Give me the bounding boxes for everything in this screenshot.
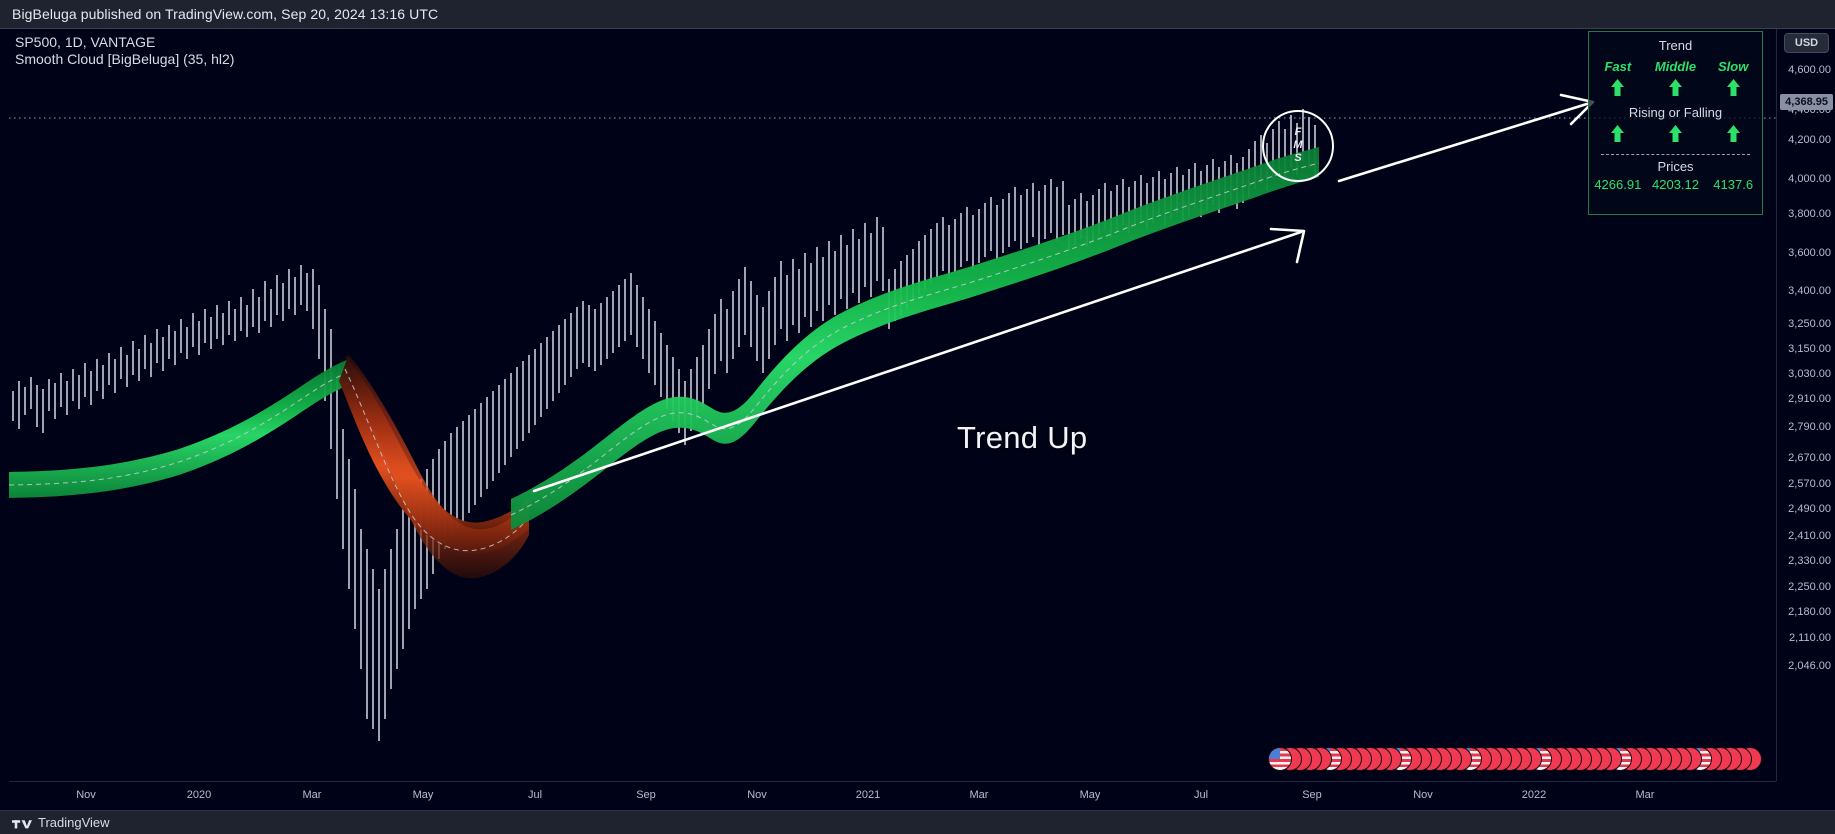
time-tick: Mar	[969, 789, 989, 801]
time-tick: Sep	[1302, 789, 1322, 801]
price-tick: 2,046.00	[1788, 660, 1831, 672]
arrow-up-icon	[1726, 79, 1741, 101]
panel-divider	[1601, 154, 1750, 155]
trend-arrow-upper	[1337, 93, 1595, 183]
panel-col-slow: Slow	[1718, 59, 1749, 74]
current-price-label: 4,368.95	[1780, 94, 1833, 110]
chart-legend: SP500, 1D, VANTAGE Smooth Cloud [BigBelu…	[15, 34, 234, 68]
time-tick: Jul	[1193, 789, 1209, 801]
publisher-text: BigBeluga published on TradingView.com, …	[12, 6, 439, 22]
price-tick: 2,670.00	[1788, 452, 1831, 464]
callout-label-slow: S	[1294, 152, 1302, 164]
us-flag-icon[interactable]	[1268, 747, 1292, 771]
price-tick: 4,000.00	[1788, 173, 1831, 185]
panel-column-headers: Fast Middle Slow	[1589, 59, 1762, 74]
price-tick: 2,110.00	[1788, 632, 1831, 644]
tradingview-chart-screenshot: BigBeluga published on TradingView.com, …	[0, 0, 1835, 834]
price-tick: 2,410.00	[1788, 530, 1831, 542]
price-slow: 4137.6	[1713, 177, 1754, 192]
price-tick: 2,180.00	[1788, 606, 1831, 618]
bottom-bar: TradingView	[0, 810, 1835, 834]
time-tick: 2020	[186, 789, 212, 801]
price-tick: 3,600.00	[1788, 247, 1831, 259]
time-axis[interactable]: Nov 2020 Mar May Jul Sep Nov 2021 Mar May Jul Sep No…	[9, 781, 1776, 810]
price-tick: 2,250.00	[1788, 581, 1831, 593]
price-tick: 3,250.00	[1788, 318, 1831, 330]
tradingview-logo-text: TradingView	[38, 815, 110, 830]
time-tick: 2022	[1521, 789, 1547, 801]
price-tick: 3,030.00	[1788, 368, 1831, 380]
panel-rising-arrows	[1589, 125, 1762, 147]
tradingview-logo[interactable]: TradingView	[12, 815, 110, 830]
time-tick: May	[1079, 789, 1101, 801]
time-tick: Sep	[636, 789, 656, 801]
legend-indicator: Smooth Cloud [BigBeluga] (35, hl2)	[15, 51, 235, 67]
price-axis[interactable]: USD 4,600.00 4,400.00 4,200.00 4,000.00 3,80…	[1776, 29, 1835, 781]
callout-label-fast: F	[1294, 126, 1302, 138]
price-tick: 3,400.00	[1788, 285, 1831, 297]
panel-rising-falling-title: Rising or Falling	[1628, 105, 1723, 120]
indicator-status-panel: Trend Fast Middle Slow Rising or Falling…	[1588, 31, 1763, 215]
callout-fms-labels: F M S	[1288, 126, 1308, 165]
tradingview-mark-icon	[12, 820, 32, 829]
time-tick: Nov	[1413, 789, 1433, 801]
price-fast: 4266.91	[1594, 177, 1642, 192]
price-tick: 2,910.00	[1788, 393, 1831, 405]
price-middle: 4203.12	[1652, 177, 1699, 192]
rising-arrow-slow-cell	[1704, 125, 1762, 147]
time-tick: Nov	[747, 789, 767, 801]
callout-label-middle: M	[1293, 139, 1303, 151]
arrow-up-icon	[1610, 125, 1625, 147]
panel-col-middle: Middle	[1654, 59, 1697, 74]
time-tick: Jul	[527, 789, 543, 801]
panel-trend-arrows	[1589, 79, 1762, 101]
trend-arrow-fast-cell	[1589, 79, 1647, 101]
bull-cloud-rally	[511, 147, 1319, 530]
arrow-up-icon	[1610, 79, 1625, 101]
trend-up-label: Trend Up	[957, 420, 1088, 455]
time-tick: 2021	[855, 789, 881, 801]
panel-price-values: 4266.91 4203.12 4137.6	[1589, 177, 1762, 192]
bear-cloud-wide	[345, 355, 529, 579]
time-tick: May	[412, 789, 434, 801]
time-tick: Nov	[76, 789, 96, 801]
chart-canvas[interactable]: SP500, 1D, VANTAGE Smooth Cloud [BigBelu…	[9, 29, 1776, 781]
economic-event-flag-strip[interactable]	[1268, 745, 1773, 773]
publisher-bar: BigBeluga published on TradingView.com, …	[0, 0, 1835, 29]
rising-arrow-fast-cell	[1589, 125, 1647, 147]
price-tick: 2,570.00	[1788, 478, 1831, 490]
price-tick: 2,490.00	[1788, 503, 1831, 515]
bull-cloud-left	[9, 359, 349, 498]
panel-col-fast: Fast	[1604, 59, 1632, 74]
trend-arrow-middle-cell	[1647, 79, 1705, 101]
legend-symbol: SP500, 1D, VANTAGE	[15, 34, 156, 50]
price-tick: 4,200.00	[1788, 134, 1831, 146]
price-chart-svg	[9, 93, 1776, 741]
price-tick: 4,600.00	[1788, 64, 1831, 76]
arrow-up-icon	[1668, 125, 1683, 147]
arrow-up-icon	[1668, 79, 1683, 101]
trend-arrow-slow-cell	[1704, 79, 1762, 101]
price-tick: 2,330.00	[1788, 555, 1831, 567]
price-tick: 3,150.00	[1788, 343, 1831, 355]
time-tick: Mar	[1635, 789, 1655, 801]
panel-trend-title: Trend	[1658, 38, 1693, 53]
arrow-up-icon	[1726, 125, 1741, 147]
panel-prices-title: Prices	[1657, 159, 1694, 174]
currency-button[interactable]: USD	[1784, 33, 1829, 53]
price-tick: 2,790.00	[1788, 421, 1831, 433]
rising-arrow-middle-cell	[1647, 125, 1705, 147]
price-tick: 3,800.00	[1788, 208, 1831, 220]
time-tick: Mar	[302, 789, 322, 801]
